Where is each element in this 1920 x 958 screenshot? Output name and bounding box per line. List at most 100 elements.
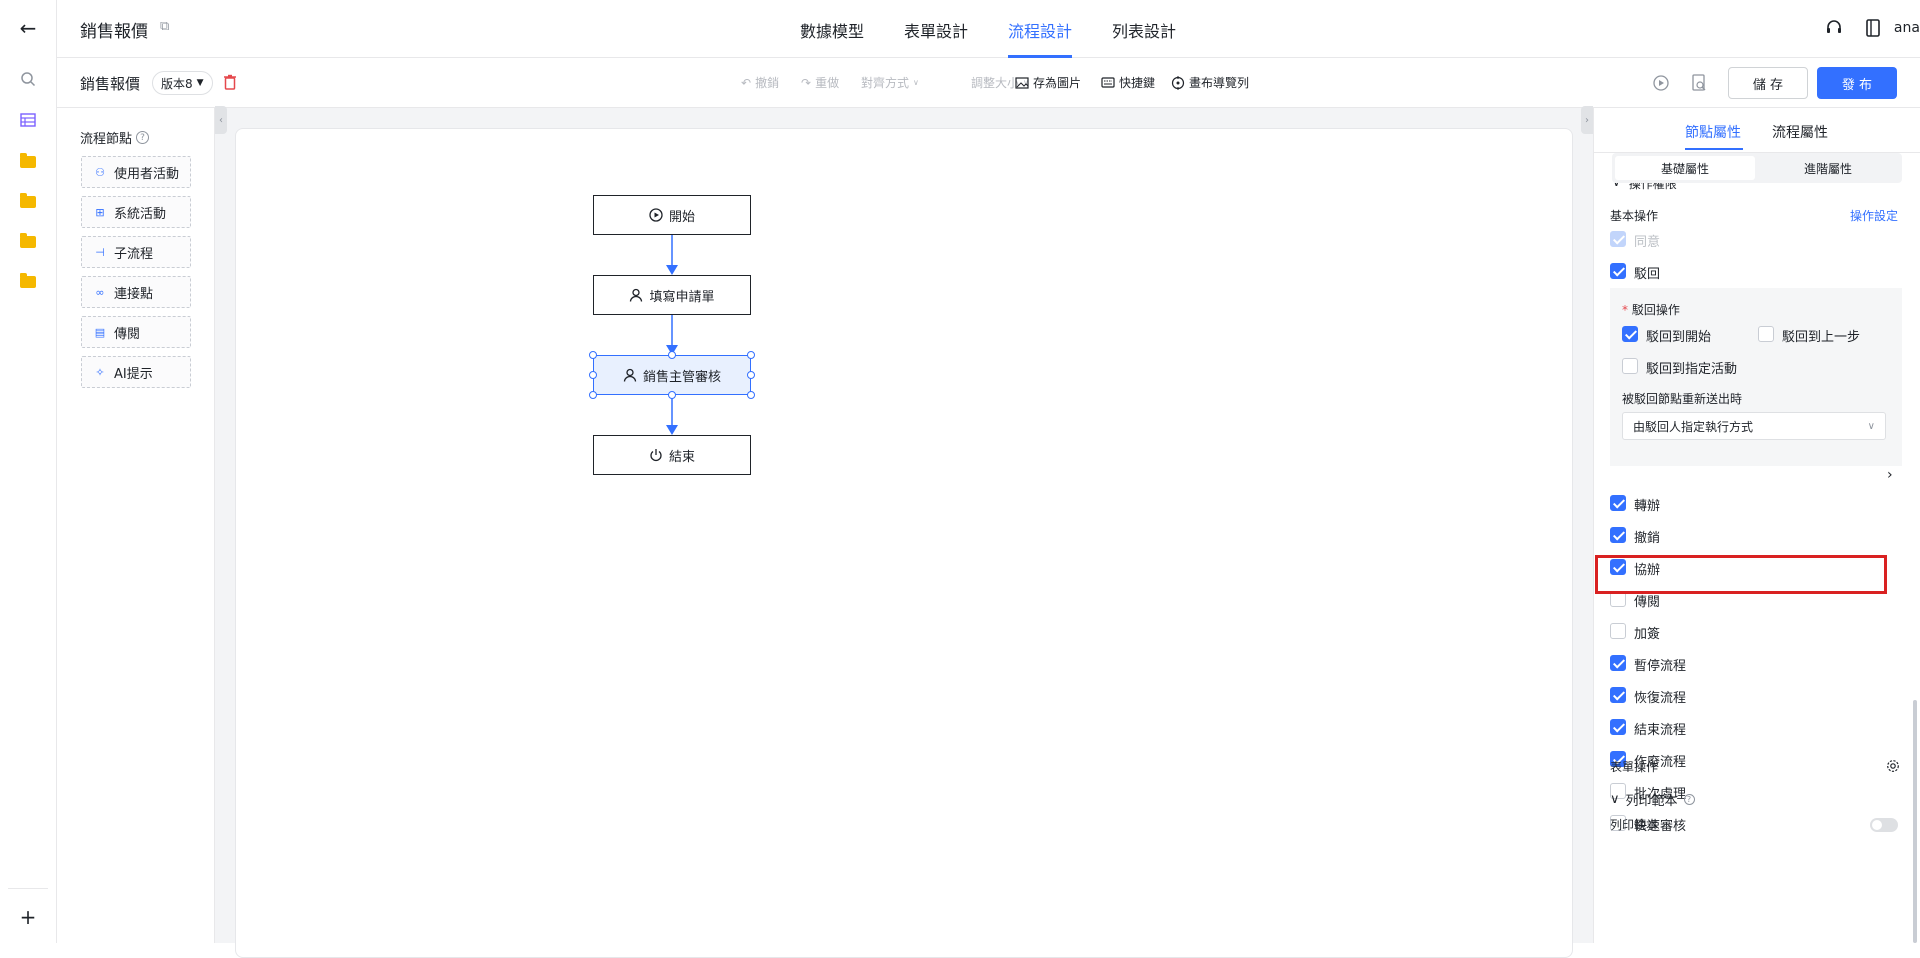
tab-node-properties[interactable]: 節點屬性	[1685, 122, 1741, 142]
properties-panel: 節點屬性 流程屬性 基礎屬性 進階屬性 ∨ 操作權限 基本操作 操作設定 同意 駁…	[1593, 108, 1920, 943]
resize-handle[interactable]	[747, 351, 755, 359]
print-section-title: 列印範本	[1625, 794, 1678, 809]
canvas-nav-button[interactable]: 畫布導覽列	[1171, 74, 1249, 91]
ai-icon: ✧	[95, 365, 105, 379]
undo-button[interactable]: ↶ 撤銷	[741, 74, 779, 91]
user-menu[interactable]: ana ∨	[1854, 20, 1920, 36]
save-image-button[interactable]: 存為圖片	[1015, 74, 1081, 91]
resize-handle[interactable]	[589, 371, 597, 379]
checkbox-op[interactable]	[1610, 655, 1626, 671]
folder-icon[interactable]	[16, 230, 40, 254]
section-permissions[interactable]: ∨ 操作權限	[1612, 183, 1677, 192]
palette-item-connector[interactable]: ∞ 連接點	[81, 276, 191, 308]
shortcuts-button[interactable]: 快捷鍵	[1101, 74, 1155, 91]
publish-button[interactable]: 發 布	[1817, 67, 1897, 99]
search-icon[interactable]	[16, 67, 40, 91]
resize-handle[interactable]	[747, 391, 755, 399]
help-icon[interactable]: ?	[136, 131, 150, 144]
highlight-box	[1595, 555, 1887, 594]
palette-item-circulate[interactable]: ▤ 傳閱	[81, 316, 191, 348]
checkbox-reject-to-activity[interactable]	[1622, 358, 1638, 374]
node-label: 結束	[668, 449, 695, 465]
label-op: 撤銷	[1634, 531, 1661, 546]
print-label: 列印範本	[1610, 818, 1659, 832]
checkbox-agree	[1610, 231, 1626, 247]
section-print-template[interactable]: ∨ 列印範本 ?	[1610, 790, 1695, 809]
redo-icon: ↷	[801, 75, 812, 90]
folder-icon[interactable]	[16, 150, 40, 174]
checkbox-op[interactable]	[1610, 527, 1626, 543]
subtab-basic[interactable]: 基礎屬性	[1615, 156, 1755, 180]
checkbox-reject-to-prev[interactable]	[1758, 326, 1774, 342]
tab-flow-design[interactable]: 流程設計	[1008, 18, 1072, 42]
subtab-group: 基礎屬性 進階屬性	[1612, 153, 1902, 183]
folder-icon[interactable]	[16, 270, 40, 294]
flow-node-sales-approval[interactable]: 銷售主管審核	[593, 355, 751, 395]
resize-handle[interactable]	[668, 391, 676, 399]
folder-icon[interactable]	[16, 190, 40, 214]
palette-item-label: 系統活動	[114, 206, 167, 222]
resize-handle[interactable]	[589, 391, 597, 399]
collapse-right-handle[interactable]: ›	[1581, 106, 1593, 134]
collapse-left-handle[interactable]: ‹	[215, 106, 227, 134]
op-settings-link[interactable]: 操作設定	[1850, 207, 1898, 224]
checkbox-reject[interactable]	[1610, 263, 1626, 279]
link-icon: ∞	[95, 285, 105, 299]
checkbox-op[interactable]	[1610, 495, 1626, 511]
palette-item-system-activity[interactable]: ⊞ 系統活動	[81, 196, 191, 228]
print-toggle[interactable]	[1870, 818, 1898, 832]
delete-icon[interactable]	[223, 74, 237, 94]
align-button[interactable]: 對齊方式 ∨	[861, 74, 919, 91]
undo-icon: ↶	[741, 75, 752, 90]
palette-item-label: 使用者活動	[114, 166, 180, 182]
canvas-nav-label: 畫布導覽列	[1189, 76, 1250, 90]
node-label: 銷售主管審核	[642, 369, 721, 385]
checkbox-op[interactable]	[1610, 623, 1626, 639]
palette-item-label: 連接點	[114, 286, 154, 302]
save-button[interactable]: 儲 存	[1728, 67, 1808, 99]
palette-item-ai-prompt[interactable]: ✧ AI提示	[81, 356, 191, 388]
check-doc-icon[interactable]	[1691, 74, 1707, 96]
compass-icon	[1171, 75, 1185, 90]
form-name: 銷售報價	[80, 75, 141, 93]
undo-label: 撤銷	[755, 76, 780, 90]
resize-handle[interactable]	[747, 371, 755, 379]
checkbox-op[interactable]	[1610, 687, 1626, 703]
resubmit-select[interactable]: 由駁回人指定執行方式 ∨	[1622, 412, 1886, 440]
chevron-right-icon[interactable]: ›	[1887, 467, 1893, 483]
back-arrow-icon[interactable]: ←	[16, 16, 40, 40]
palette-item-user-activity[interactable]: ⚇ 使用者活動	[81, 156, 191, 188]
resize-handle[interactable]	[668, 351, 676, 359]
checkbox-op[interactable]	[1610, 719, 1626, 735]
subtab-advanced[interactable]: 進階屬性	[1758, 156, 1898, 180]
chevron-down-icon: ∨	[1867, 420, 1875, 432]
tab-form-design[interactable]: 表單設計	[904, 18, 968, 42]
resubmit-value: 由駁回人指定執行方式	[1633, 419, 1754, 434]
support-icon[interactable]	[1824, 18, 1844, 42]
tab-flow-properties[interactable]: 流程屬性	[1772, 122, 1828, 142]
scrollbar[interactable]	[1913, 700, 1917, 943]
table-icon[interactable]	[16, 108, 40, 132]
resize-handle[interactable]	[589, 351, 597, 359]
version-select[interactable]: 版本8 ▼	[152, 71, 213, 95]
redo-button[interactable]: ↷ 重做	[801, 74, 839, 91]
flow-node-fill-form[interactable]: 填寫申請單	[593, 275, 751, 315]
add-icon[interactable]: +	[16, 905, 40, 929]
reject-options-box: * 駁回操作 駁回到開始 駁回到上一步 駁回到指定活動 被駁回節點重新送出時 由…	[1610, 288, 1902, 466]
form-ops-title: 表單操作	[1610, 760, 1659, 774]
tab-list-design[interactable]: 列表設計	[1112, 18, 1176, 42]
tab-data-model[interactable]: 數據模型	[800, 18, 864, 42]
palette-item-subprocess[interactable]: ⊣ 子流程	[81, 236, 191, 268]
external-link-icon[interactable]: ⧉	[160, 19, 169, 34]
gear-icon[interactable]	[1886, 758, 1900, 777]
help-icon[interactable]: ?	[1683, 794, 1695, 805]
flow-node-end[interactable]: 結束	[593, 435, 751, 475]
toolbar: 銷售報價 版本8 ▼ ↶ 撤銷 ↷ 重做 對齊方式 ∨ 調整大小 ∨ 存為圖片 快捷鍵 …	[57, 58, 1920, 108]
run-icon[interactable]	[1652, 74, 1670, 96]
flow-node-start[interactable]: 開始	[593, 195, 751, 235]
basic-ops-title: 基本操作	[1610, 209, 1659, 223]
chevron-down-icon: ∨	[1610, 792, 1620, 807]
flow-canvas[interactable]: 開始 填寫申請單 銷售主管審核 結束	[235, 128, 1573, 958]
checkbox-reject-to-start[interactable]	[1622, 326, 1638, 342]
panel-scroll[interactable]: ∨ 操作權限 基本操作 操作設定 同意 駁回 * 駁回操作 駁回到開始 駁回到上一…	[1594, 183, 1920, 943]
